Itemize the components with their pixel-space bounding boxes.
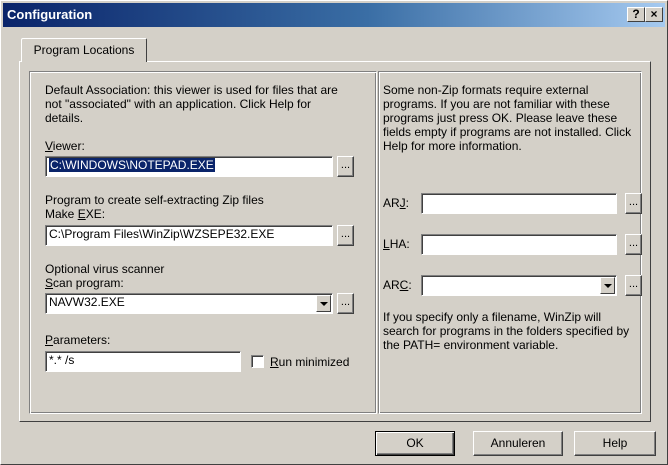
make-exe-label: Make EXE:: [45, 207, 106, 221]
scan-program-select[interactable]: NAVW32.EXE: [45, 293, 333, 314]
viewer-input[interactable]: C:\WINDOWS\NOTEPAD.EXE: [45, 156, 333, 177]
help-title-button[interactable]: ?: [627, 7, 645, 22]
arj-label: ARJ:: [383, 196, 410, 210]
arj-browse-button[interactable]: ...: [625, 193, 642, 214]
cancel-button[interactable]: Annuleren: [473, 431, 563, 456]
lha-browse-button[interactable]: ...: [625, 234, 642, 255]
close-icon[interactable]: ×: [645, 7, 663, 22]
tab-panel: Default Association: this viewer is used…: [19, 61, 651, 422]
run-minimized-checkbox[interactable]: [251, 355, 264, 368]
ok-button[interactable]: OK: [375, 431, 455, 456]
help-button[interactable]: Help: [574, 431, 656, 456]
scan-program-browse-button[interactable]: ...: [337, 293, 354, 314]
tab-program-locations[interactable]: Program Locations: [21, 38, 147, 62]
lha-label: LHA:: [383, 237, 410, 251]
left-group: Default Association: this viewer is used…: [29, 71, 377, 414]
arc-select[interactable]: [421, 275, 617, 296]
right-group: Some non-Zip formats require external pr…: [378, 71, 642, 414]
make-exe-input[interactable]: C:\Program Files\WinZip\WZSEPE32.EXE: [45, 225, 333, 246]
configuration-dialog: Configuration ? × Program Locations Defa…: [0, 0, 668, 465]
window-title: Configuration: [7, 7, 93, 22]
arj-input[interactable]: [421, 193, 617, 214]
default-association-text: Default Association: this viewer is used…: [45, 83, 338, 125]
arc-label: ARC:: [383, 278, 412, 292]
parameters-input[interactable]: *.* /s: [45, 351, 241, 372]
run-minimized-label[interactable]: Run minimized: [270, 355, 349, 369]
lha-input[interactable]: [421, 234, 617, 255]
chevron-down-icon[interactable]: [600, 277, 615, 294]
virus-intro-text: Optional virus scanner: [45, 262, 165, 276]
sfx-intro-text: Program to create self-extracting Zip fi…: [45, 193, 264, 207]
scan-program-label: Scan program:: [45, 276, 124, 290]
viewer-browse-button[interactable]: ...: [337, 156, 354, 177]
arc-browse-button[interactable]: ...: [625, 275, 642, 296]
parameters-label: Parameters:: [45, 333, 111, 347]
chevron-down-icon[interactable]: [316, 295, 331, 312]
path-info-text: If you specify only a filename, WinZip w…: [383, 310, 630, 352]
viewer-label: Viewer:: [45, 139, 85, 153]
title-bar[interactable]: Configuration ? ×: [3, 3, 665, 27]
external-programs-text: Some non-Zip formats require external pr…: [383, 83, 632, 153]
make-exe-browse-button[interactable]: ...: [337, 225, 354, 246]
